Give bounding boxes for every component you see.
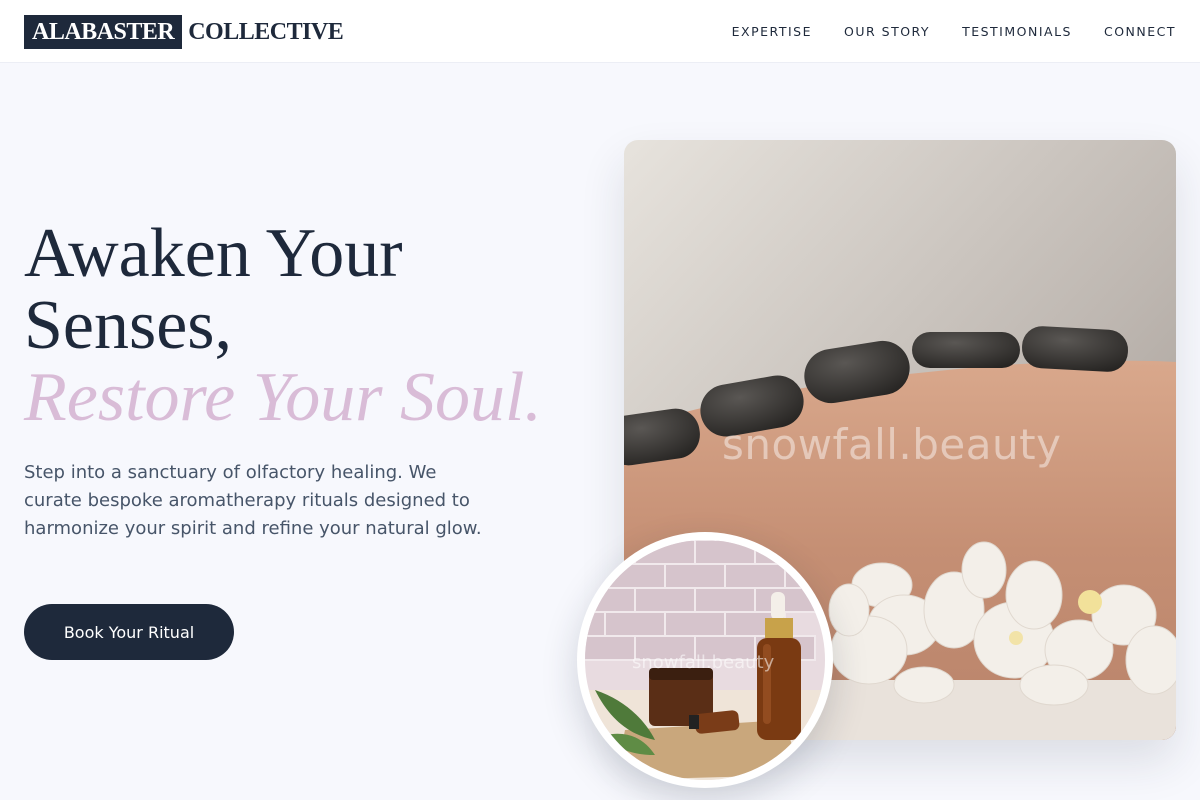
- nav-link-testimonials[interactable]: TESTIMONIALS: [962, 24, 1072, 39]
- nav-link-expertise[interactable]: EXPERTISE: [732, 24, 812, 39]
- logo-word: COLLECTIVE: [188, 18, 344, 45]
- nav-link-our-story[interactable]: OUR STORY: [844, 24, 930, 39]
- book-ritual-button[interactable]: Book Your Ritual: [24, 604, 234, 660]
- hero-heading-accent-line: Restore Your Soul.: [24, 359, 542, 436]
- site-header: ALABASTER COLLECTIVE EXPERTISE OUR STORY…: [0, 0, 1200, 63]
- hero-heading-line-2: Senses,: [24, 287, 233, 364]
- essential-oil-bottles-illustration: [585, 540, 825, 780]
- nav-link-connect[interactable]: CONNECT: [1104, 24, 1176, 39]
- essential-oils-image: snowfall.beauty: [577, 532, 833, 788]
- essential-oils-photo: snowfall.beauty: [585, 540, 825, 780]
- hero-heading-line-1: Awaken Your: [24, 215, 403, 292]
- main-nav: EXPERTISE OUR STORY TESTIMONIALS CONNECT: [732, 0, 1176, 63]
- hero-heading: Awaken Your Senses, Restore Your Soul.: [24, 218, 604, 434]
- brand-logo[interactable]: ALABASTER COLLECTIVE: [24, 15, 344, 49]
- logo-boxed-word: ALABASTER: [24, 15, 183, 49]
- hero-description: Step into a sanctuary of olfactory heali…: [24, 462, 482, 539]
